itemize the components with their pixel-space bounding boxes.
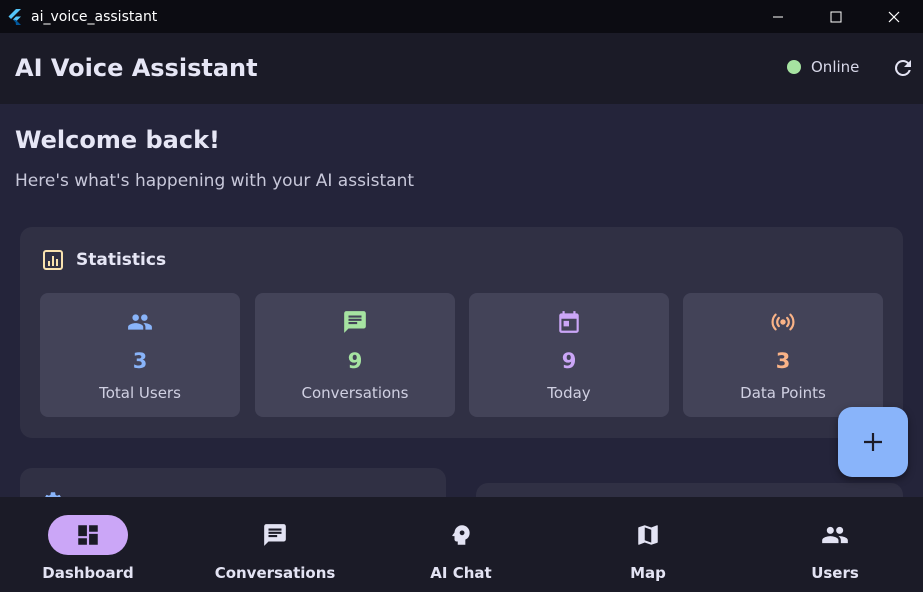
broadcast-icon <box>771 313 795 331</box>
nav-label: Users <box>811 564 859 582</box>
nav-item-conversations[interactable]: Conversations <box>200 515 350 585</box>
people-icon <box>128 314 152 330</box>
status-text: Online <box>811 58 860 76</box>
stat-tile-today[interactable]: 9 Today <box>469 293 669 417</box>
nav-indicator <box>608 515 688 555</box>
system-status-card <box>20 468 446 497</box>
close-window-button[interactable] <box>865 0 923 33</box>
stat-tile-total-users[interactable]: 3 Total Users <box>40 293 240 417</box>
connection-status: Online <box>787 58 859 76</box>
close-icon <box>888 11 900 22</box>
maximize-button[interactable] <box>807 0 865 33</box>
statistics-header: Statistics <box>42 249 166 271</box>
minimize-icon <box>773 16 783 17</box>
minimize-button[interactable] <box>749 0 807 33</box>
stat-value: 3 <box>132 349 148 373</box>
app-title: AI Voice Assistant <box>15 54 258 82</box>
settings-icon <box>45 492 61 497</box>
stat-label: Conversations <box>301 384 409 402</box>
analytics-icon <box>43 250 63 270</box>
nav-indicator <box>421 515 501 555</box>
nav-indicator <box>48 515 128 555</box>
calendar-icon <box>559 311 579 333</box>
stat-label: Total Users <box>99 384 181 402</box>
dashboard-icon <box>78 525 98 545</box>
chat-icon <box>344 311 366 333</box>
app-bar: AI Voice Assistant Online <box>0 33 923 104</box>
nav-indicator <box>795 515 875 555</box>
statistics-card: Statistics 3 Total Users 9 Conversations… <box>20 227 903 438</box>
bottom-navigation: Dashboard Conversations AI Chat Map User… <box>0 497 923 592</box>
plus-icon <box>864 433 882 451</box>
nav-item-users[interactable]: Users <box>760 515 910 585</box>
nav-indicator <box>235 515 315 555</box>
window-titlebar: ai_voice_assistant <box>0 0 923 33</box>
status-dot-icon <box>787 60 801 74</box>
dashboard-content[interactable]: Welcome back! Here's what's happening wi… <box>0 104 923 497</box>
window-title: ai_voice_assistant <box>31 8 158 25</box>
recent-activity-card <box>476 483 903 497</box>
nav-item-dashboard[interactable]: Dashboard <box>13 515 163 585</box>
nav-label: Dashboard <box>42 564 134 582</box>
add-fab-button[interactable] <box>838 407 908 477</box>
stat-value: 9 <box>561 349 577 373</box>
map-icon <box>638 525 658 545</box>
stat-label: Data Points <box>740 384 826 402</box>
nav-label: AI Chat <box>430 564 492 582</box>
maximize-icon <box>830 11 842 22</box>
nav-label: Conversations <box>214 564 336 582</box>
flutter-logo-icon <box>8 8 21 25</box>
stat-value: 9 <box>347 349 363 373</box>
stat-tile-conversations[interactable]: 9 Conversations <box>255 293 455 417</box>
nav-item-ai-chat[interactable]: AI Chat <box>386 515 536 585</box>
nav-item-map[interactable]: Map <box>573 515 723 585</box>
people-icon <box>822 526 848 544</box>
welcome-heading: Welcome back! <box>15 126 220 154</box>
stat-label: Today <box>547 384 591 402</box>
statistics-title: Statistics <box>76 250 167 270</box>
brain-icon <box>452 525 470 545</box>
chat-icon <box>264 524 286 546</box>
nav-label: Map <box>630 564 666 582</box>
welcome-subtitle: Here's what's happening with your AI ass… <box>15 171 415 191</box>
stat-value: 3 <box>775 349 791 373</box>
stat-tile-data-points[interactable]: 3 Data Points <box>683 293 883 417</box>
refresh-icon[interactable] <box>891 56 915 80</box>
